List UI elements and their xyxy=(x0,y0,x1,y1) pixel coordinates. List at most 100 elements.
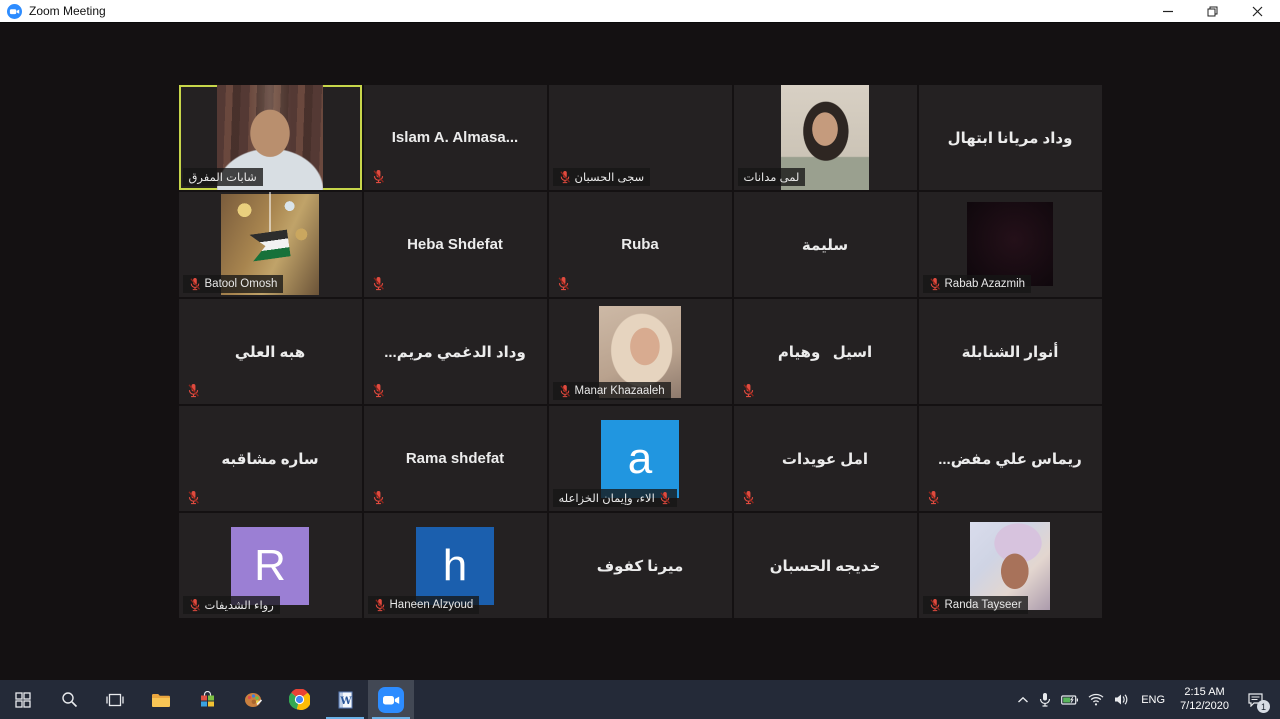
participant-tile[interactable]: خديجه الحسبان xyxy=(733,513,917,618)
participant-tile[interactable]: Islam A. Almasa... xyxy=(363,85,547,190)
participant-name: Randa Tayseer xyxy=(944,599,1022,611)
participant-name: الاء، وإيمان الخزاعله xyxy=(558,493,655,505)
minimize-button[interactable] xyxy=(1145,0,1190,22)
participant-tile[interactable]: سليمة xyxy=(733,192,917,297)
participant-tile[interactable]: Batool Omosh xyxy=(178,192,362,297)
participant-tile[interactable]: a الاء، وإيمان الخزاعله xyxy=(548,406,732,511)
task-view-icon xyxy=(106,693,124,706)
participant-tile[interactable]: شابات المفرق xyxy=(178,85,362,190)
action-center-button[interactable]: 1 xyxy=(1237,680,1274,719)
participant-name: Rama shdefat xyxy=(405,450,505,467)
muted-mic-icon xyxy=(929,599,940,612)
participant-tile[interactable]: وداد مريانا ابتهال xyxy=(918,85,1102,190)
muted-mic-icon xyxy=(559,171,570,184)
file-explorer-button[interactable] xyxy=(138,680,184,719)
muted-mic-icon xyxy=(558,277,569,291)
close-button[interactable] xyxy=(1235,0,1280,22)
participant-avatar: h xyxy=(416,526,494,605)
muted-mic-icon xyxy=(373,277,384,291)
participant-name: ميرنا كفوف xyxy=(596,557,684,575)
battery-charging-icon xyxy=(1061,694,1079,705)
participant-name-label: Randa Tayseer xyxy=(922,596,1028,614)
participant-name: اسيل وهيام xyxy=(777,343,873,361)
participant-tile[interactable]: وداد الدغمي مريم... xyxy=(363,299,547,404)
word-button[interactable]: W xyxy=(322,680,368,719)
restore-icon xyxy=(1207,6,1218,16)
participant-name: Ruba xyxy=(621,236,659,253)
search-button[interactable] xyxy=(46,680,92,719)
participant-name-label: لمى مدانات xyxy=(737,168,806,186)
close-icon xyxy=(1252,6,1263,16)
muted-mic-icon xyxy=(373,384,384,398)
system-tray: ENG 2:15 AM 7/12/2020 1 xyxy=(1012,680,1280,719)
participant-tile[interactable]: Rama shdefat xyxy=(363,406,547,511)
participant-tile[interactable]: Rabab Azazmih xyxy=(918,192,1102,297)
tray-battery-button[interactable] xyxy=(1056,680,1083,719)
participant-name: خديجه الحسبان xyxy=(769,557,881,575)
participant-name: شابات المفرق xyxy=(188,172,257,184)
participant-name: وداد الدغمي مريم... xyxy=(384,343,526,361)
muted-mic-icon xyxy=(660,492,670,505)
paint3d-button[interactable] xyxy=(230,680,276,719)
participant-grid: شابات المفرق Islam A. Almasa... سجى الحس… xyxy=(178,85,1102,618)
taskbar-clock[interactable]: 2:15 AM 7/12/2020 xyxy=(1172,680,1237,719)
muted-mic-icon xyxy=(189,599,200,612)
participant-name: سليمة xyxy=(801,236,849,254)
avatar-letter: R xyxy=(254,540,286,590)
participant-tile[interactable]: ريماس علي مفض... xyxy=(918,406,1102,511)
participant-name-label: سجى الحسبان xyxy=(552,168,651,186)
word-document-icon: W xyxy=(338,691,353,708)
participant-name: وداد مريانا ابتهال xyxy=(947,129,1073,147)
chevron-up-icon xyxy=(1018,696,1029,703)
avatar-letter: a xyxy=(627,433,653,483)
tray-volume-button[interactable] xyxy=(1109,680,1134,719)
participant-name: امل عويدات xyxy=(781,450,869,468)
participant-name-label: شابات المفرق xyxy=(182,168,263,186)
participant-tile[interactable]: سجى الحسبان xyxy=(548,85,732,190)
muted-mic-icon xyxy=(373,170,384,184)
participant-name: Islam A. Almasa... xyxy=(391,129,519,146)
participant-tile[interactable]: امل عويدات xyxy=(733,406,917,511)
muted-mic-icon xyxy=(188,491,199,505)
participant-name-label: الاء، وإيمان الخزاعله xyxy=(552,489,677,507)
participant-name: ساره مشاقبه xyxy=(221,450,319,468)
minimize-icon xyxy=(1162,10,1173,13)
participant-tile[interactable]: Randa Tayseer xyxy=(918,513,1102,618)
participant-tile[interactable]: ساره مشاقبه xyxy=(178,406,362,511)
participant-name: Manar Khazaaleh xyxy=(574,385,665,397)
tray-wifi-button[interactable] xyxy=(1083,680,1109,719)
participant-avatar: R xyxy=(231,526,309,605)
language-indicator[interactable]: ENG xyxy=(1134,680,1172,719)
start-button[interactable] xyxy=(0,680,46,719)
task-view-button[interactable] xyxy=(92,680,138,719)
participant-tile[interactable]: اسيل وهيام xyxy=(733,299,917,404)
restore-button[interactable] xyxy=(1190,0,1235,22)
tray-microphone-button[interactable] xyxy=(1034,680,1056,719)
zoom-camera-icon xyxy=(378,686,404,713)
window-titlebar: Zoom Meeting xyxy=(0,0,1280,23)
store-bag-icon xyxy=(200,691,214,707)
zoom-taskbar-button[interactable] xyxy=(368,680,414,719)
participant-tile[interactable]: Manar Khazaaleh xyxy=(548,299,732,404)
participant-tile[interactable]: h Haneen Alzyoud xyxy=(363,513,547,618)
volume-icon xyxy=(1115,694,1128,705)
muted-mic-icon xyxy=(559,385,570,398)
participant-tile[interactable]: هبه العلي xyxy=(178,299,362,404)
clock-date: 7/12/2020 xyxy=(1180,699,1229,712)
participant-tile[interactable]: Ruba xyxy=(548,192,732,297)
participant-tile[interactable]: لمى مدانات xyxy=(733,85,917,190)
microsoft-store-button[interactable] xyxy=(184,680,230,719)
zoom-app-icon xyxy=(7,3,22,19)
search-icon xyxy=(61,692,77,708)
participant-name: Haneen Alzyoud xyxy=(389,599,474,611)
participant-name: Heba Shdefat xyxy=(407,236,503,253)
participant-tile[interactable]: ميرنا كفوف xyxy=(548,513,732,618)
participant-name-label: Rabab Azazmih xyxy=(922,275,1032,293)
participant-tile[interactable]: Heba Shdefat xyxy=(363,192,547,297)
participant-name: رواء الشديفات xyxy=(204,600,274,612)
tray-chevron-button[interactable] xyxy=(1012,680,1034,719)
wifi-icon xyxy=(1088,693,1104,706)
participant-tile[interactable]: أنوار الشنابلة xyxy=(918,299,1102,404)
participant-tile[interactable]: R رواء الشديفات xyxy=(178,513,362,618)
chrome-button[interactable] xyxy=(276,680,322,719)
